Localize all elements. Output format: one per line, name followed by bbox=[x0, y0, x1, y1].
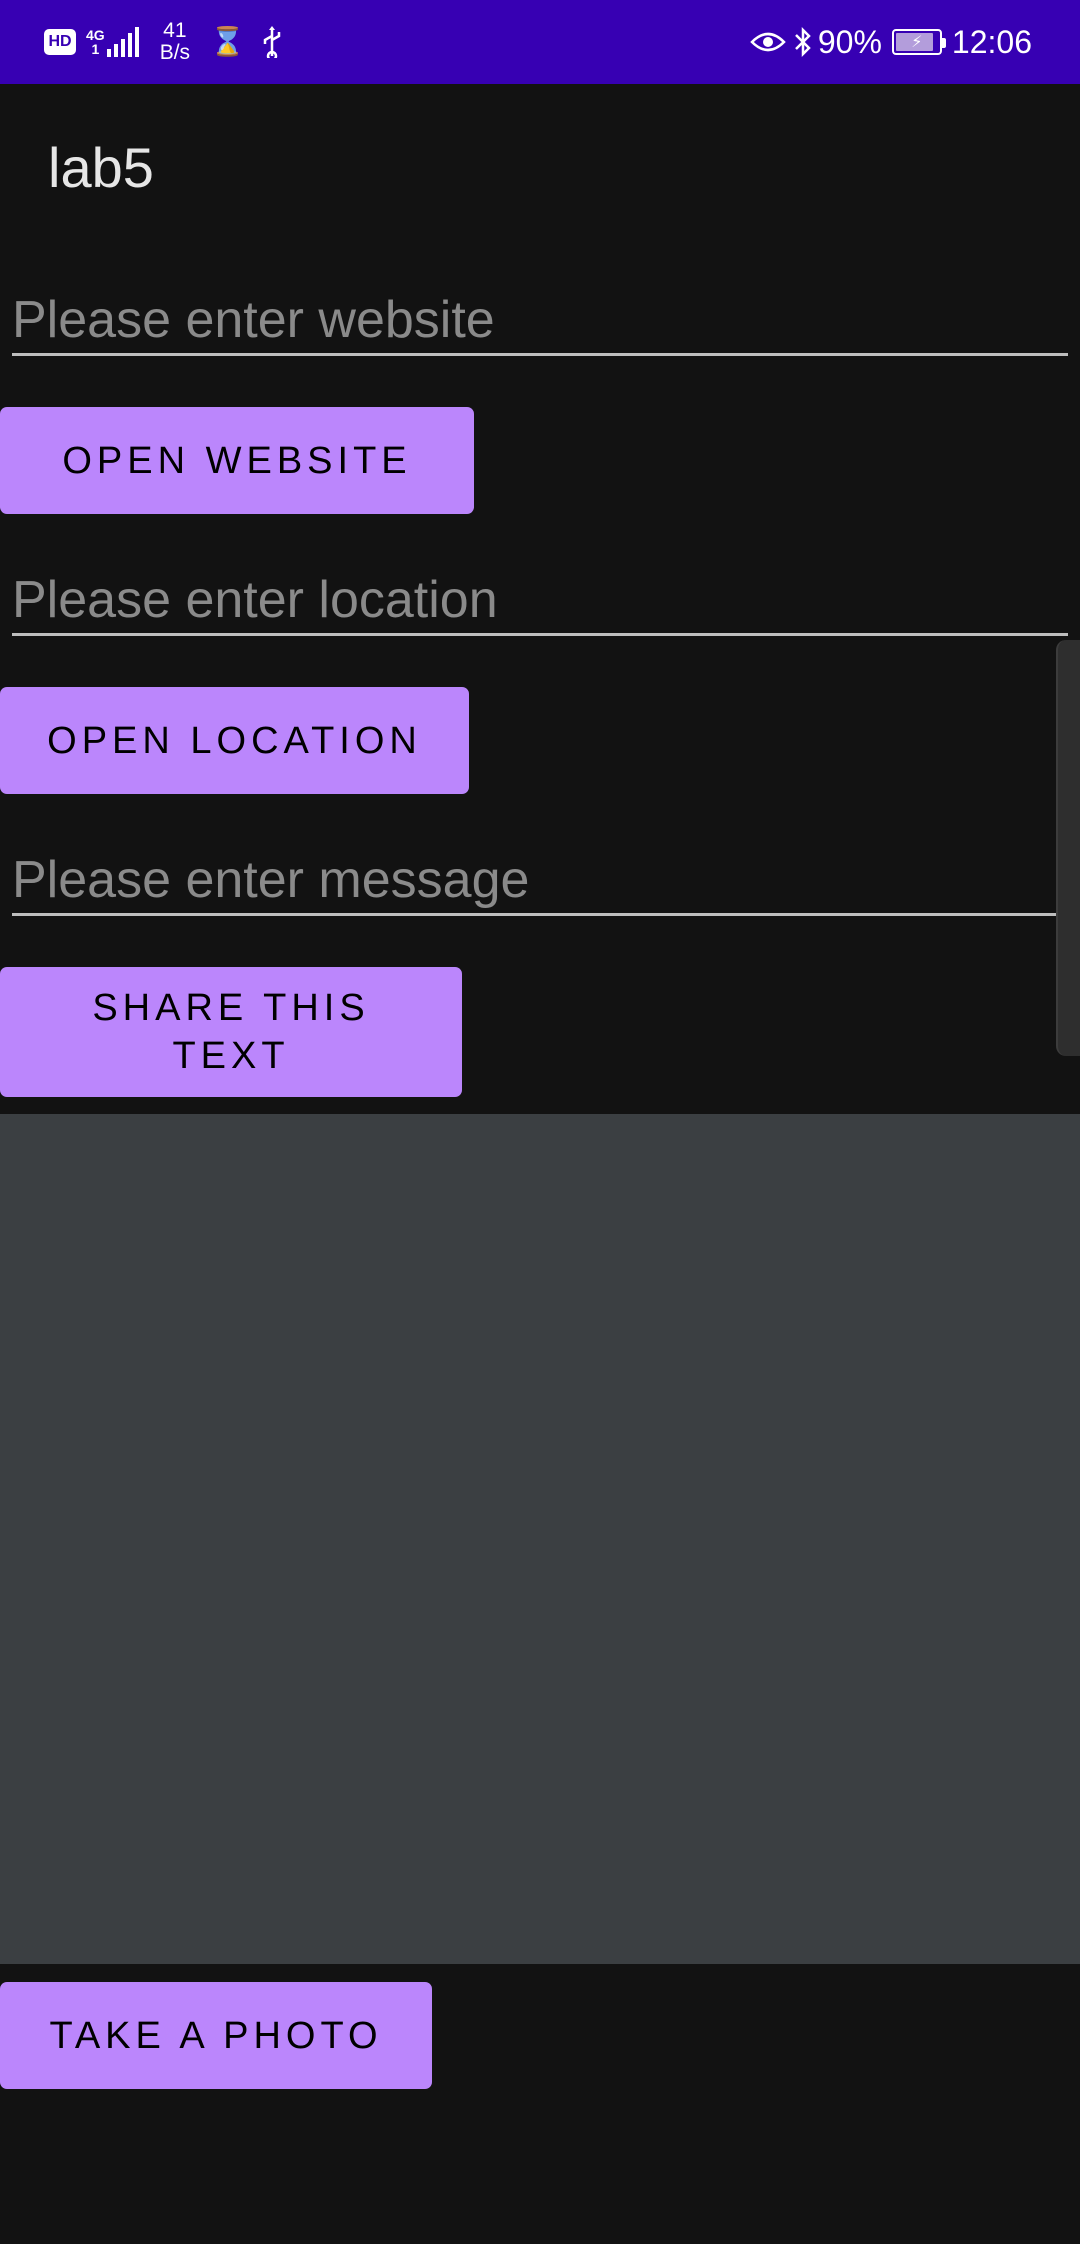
share-text-button[interactable]: SHARE THIS TEXT bbox=[0, 967, 462, 1097]
network-sub-label: 1 bbox=[91, 41, 100, 57]
photo-preview-image bbox=[0, 1114, 1080, 1964]
share-text-button-line2: TEXT bbox=[172, 1035, 290, 1077]
open-website-button[interactable]: OPEN WEBSITE bbox=[0, 407, 474, 514]
status-bar-right: 90% ⚡ 12:06 bbox=[750, 0, 1032, 84]
network-type: 4G 1 bbox=[86, 28, 105, 56]
app-title: lab5 bbox=[48, 136, 154, 199]
location-field-container bbox=[12, 566, 1068, 636]
location-input[interactable] bbox=[12, 566, 1068, 633]
website-field-container bbox=[12, 286, 1068, 356]
bluetooth-icon bbox=[794, 26, 811, 58]
network-speed: 41 B/s bbox=[160, 20, 190, 64]
network-type-label: 4G bbox=[86, 27, 105, 43]
hourglass-icon: ⌛ bbox=[210, 26, 245, 57]
eye-icon bbox=[750, 32, 786, 52]
network-speed-unit: B/s bbox=[159, 41, 191, 64]
status-bar: HD 4G 1 41 B/s ⌛ 90% ⚡ 12:06 bbox=[0, 0, 1080, 84]
take-photo-button[interactable]: TAKE A PHOTO bbox=[0, 1982, 432, 2089]
share-text-button-line1: SHARE THIS bbox=[92, 987, 370, 1029]
clock-time: 12:06 bbox=[951, 23, 1032, 60]
message-input[interactable] bbox=[12, 846, 1068, 913]
network-speed-value: 41 bbox=[163, 19, 187, 42]
message-field-container bbox=[12, 846, 1068, 916]
battery-charging-icon: ⚡ bbox=[891, 29, 946, 55]
status-bar-left: HD 4G 1 41 B/s ⌛ bbox=[44, 0, 283, 84]
signal-icon bbox=[106, 27, 142, 57]
app-screen: HD 4G 1 41 B/s ⌛ 90% ⚡ 12:06 lab5 Please… bbox=[0, 0, 1080, 2244]
hd-icon: HD bbox=[44, 29, 76, 55]
scroll-indicator[interactable] bbox=[1056, 640, 1080, 1056]
battery-percent: 90% bbox=[817, 23, 882, 60]
website-input[interactable] bbox=[12, 286, 1068, 353]
open-location-button[interactable]: OPEN LOCATION bbox=[0, 687, 469, 794]
usb-icon bbox=[263, 26, 281, 58]
